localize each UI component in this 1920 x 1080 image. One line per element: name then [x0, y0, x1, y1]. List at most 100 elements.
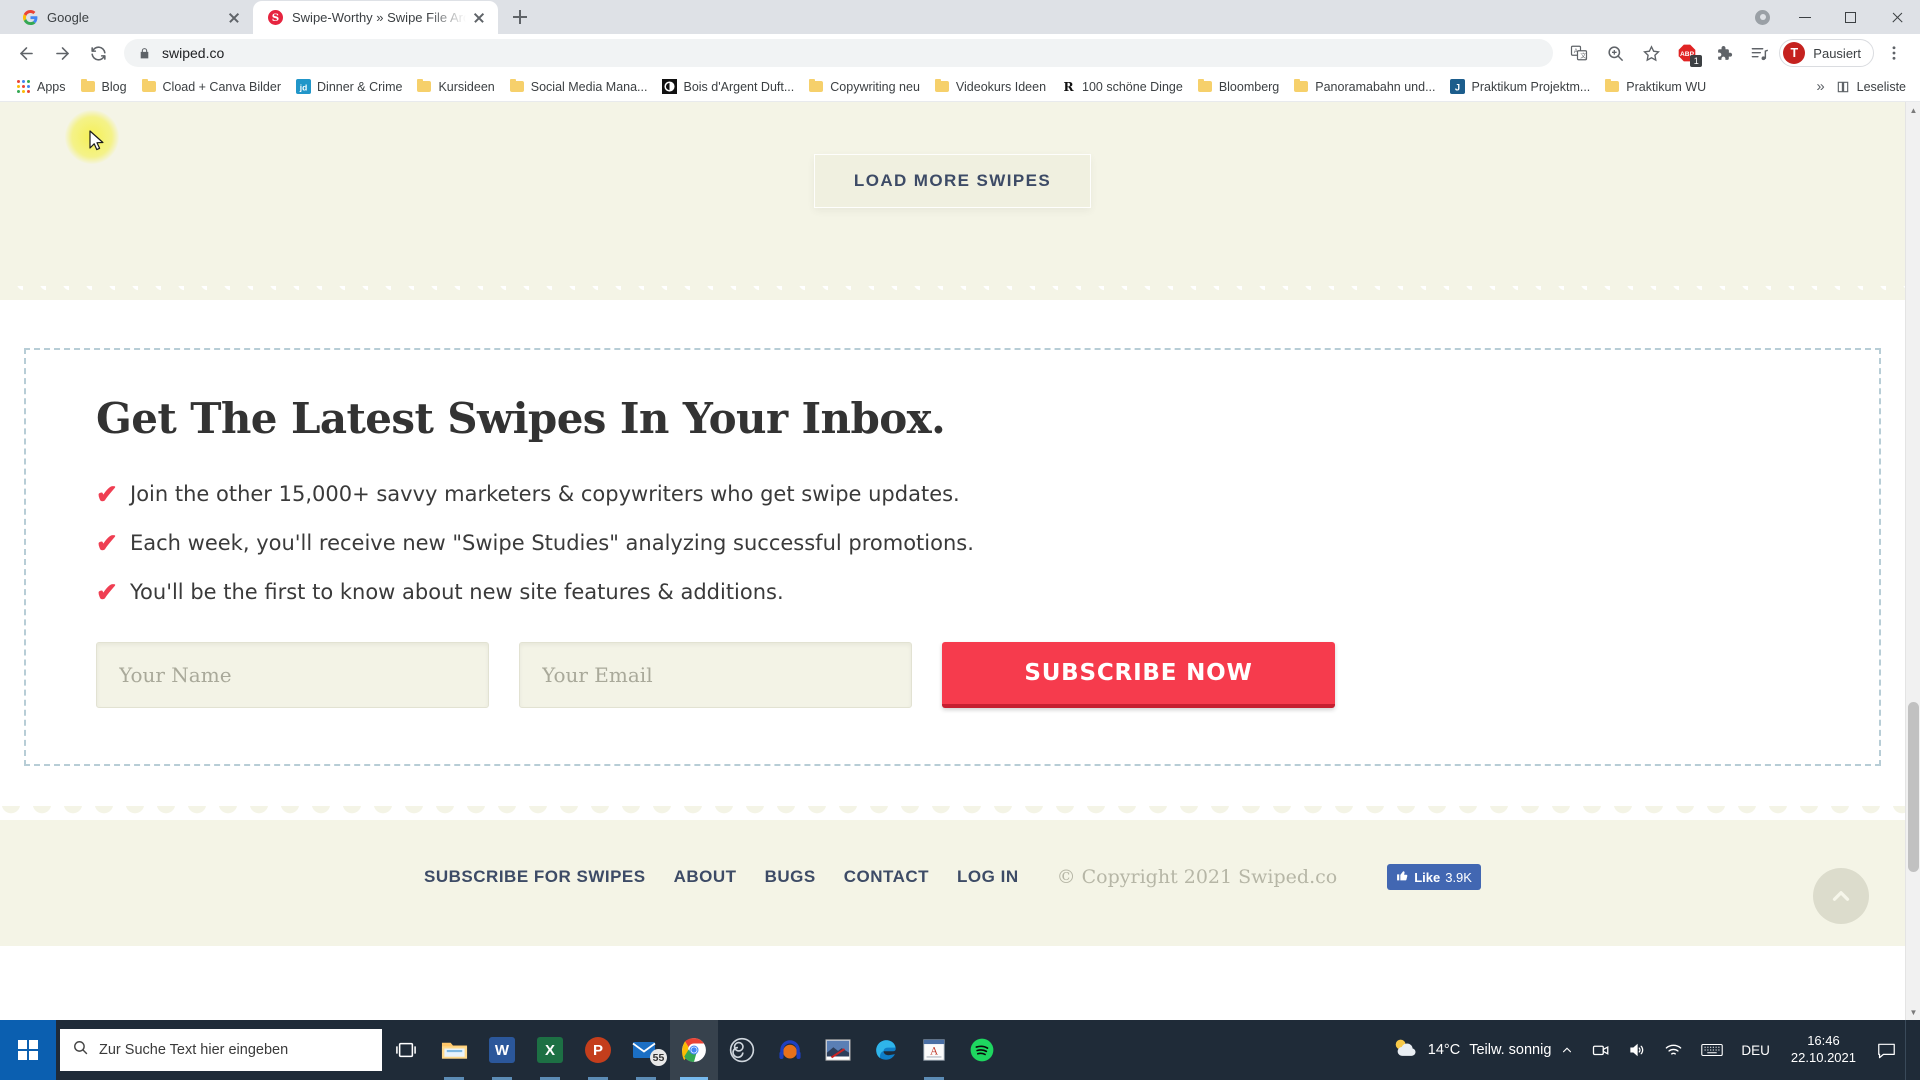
footer-link-subscribe-for-swipes[interactable]: SUBSCRIBE FOR SWIPES [424, 867, 646, 887]
scrollbar-down-arrow[interactable]: ▼ [1906, 1004, 1920, 1020]
scrollbar-thumb[interactable] [1908, 702, 1919, 872]
scroll-to-top-button[interactable] [1813, 868, 1869, 924]
tab-title: Swipe-Worthy » Swipe File Archi [292, 10, 466, 25]
subscribe-now-button[interactable]: SUBSCRIBE NOW [942, 642, 1335, 708]
google-icon [22, 10, 38, 26]
start-button[interactable] [0, 1020, 56, 1080]
notification-icon[interactable] [1868, 1020, 1905, 1080]
translate-icon[interactable]: A 文 [1564, 38, 1594, 68]
facebook-like-button[interactable]: Like 3.9K [1387, 864, 1481, 890]
taskbar-app-photo-editor[interactable] [814, 1020, 862, 1080]
footer-link-about[interactable]: ABOUT [674, 867, 737, 887]
show-desktop-button[interactable] [1905, 1020, 1914, 1080]
scrollbar-up-arrow[interactable]: ▲ [1906, 102, 1920, 118]
close-icon[interactable] [225, 9, 243, 27]
partly-sunny-icon [1391, 1036, 1419, 1064]
taskbar-app-edge[interactable] [862, 1020, 910, 1080]
svg-text:S: S [271, 12, 278, 24]
powerpoint-icon: P [585, 1037, 611, 1063]
benefit-text: Each week, you'll receive new "Swipe Stu… [130, 531, 974, 555]
name-input[interactable] [96, 642, 489, 708]
bookmark-star-icon[interactable] [1636, 38, 1666, 68]
bookmark-apps[interactable]: Apps [8, 76, 73, 98]
checkmark-icon: ✔ [96, 479, 118, 509]
bookmark-bois-dargent-duft[interactable]: Bois d'Argent Duft... [654, 76, 801, 98]
tray-weather[interactable]: 14°C Teilw. sonnig [1377, 1036, 1551, 1064]
new-tab-button[interactable] [506, 3, 534, 31]
chevron-double-right-icon[interactable]: » [1806, 78, 1834, 95]
reading-list-button[interactable]: Leseliste [1835, 79, 1912, 95]
page-scrollbar[interactable]: ▲ ▼ [1905, 102, 1920, 1020]
windows-taskbar: Zur Suche Text hier eingeben W X P 55 A … [0, 1020, 1920, 1080]
close-icon[interactable] [470, 9, 488, 27]
onedrive-camera-icon[interactable] [1583, 1020, 1619, 1080]
bookmark-label: Praktikum Projektm... [1471, 79, 1591, 94]
bookmark-bloomberg[interactable]: Bloomberg [1190, 76, 1286, 98]
page-content: LOAD MORE SWIPES Get The Latest Swipes I… [0, 102, 1905, 946]
bookmark-dinner-crime[interactable]: jd Dinner & Crime [288, 76, 409, 98]
browser-tab-google[interactable]: Google [8, 1, 253, 34]
language-indicator[interactable]: DEU [1732, 1020, 1779, 1080]
word-icon: W [489, 1037, 515, 1063]
adblock-icon[interactable]: ABP 1 [1672, 38, 1703, 68]
reload-button[interactable] [83, 38, 113, 68]
taskbar-app-obs[interactable] [718, 1020, 766, 1080]
minimize-button[interactable] [1782, 0, 1828, 34]
back-button[interactable] [11, 38, 41, 68]
keyboard-icon[interactable] [1692, 1020, 1732, 1080]
reading-list-icon[interactable] [1744, 38, 1774, 68]
zoom-search-icon[interactable] [1600, 38, 1630, 68]
taskbar-clock[interactable]: 16:46 22.10.2021 [1779, 1033, 1868, 1066]
volume-icon[interactable] [1619, 1020, 1655, 1080]
email-input[interactable] [519, 642, 912, 708]
address-bar[interactable]: swiped.co [124, 39, 1554, 67]
close-window-button[interactable] [1874, 0, 1920, 34]
benefit-text: You'll be the first to know about new si… [130, 580, 784, 604]
recording-indicator-icon[interactable] [1755, 9, 1770, 25]
taskbar-app-word[interactable]: W [478, 1020, 526, 1080]
extensions-puzzle-icon[interactable] [1708, 38, 1738, 68]
bookmark-panoramabahn[interactable]: Panoramabahn und... [1286, 76, 1442, 98]
footer-link-log-in[interactable]: LOG IN [957, 867, 1019, 887]
wifi-icon[interactable] [1655, 1020, 1692, 1080]
maximize-button[interactable] [1828, 0, 1874, 34]
browser-tab-swiped[interactable]: S Swipe-Worthy » Swipe File Archi [253, 1, 498, 34]
footer-link-contact[interactable]: CONTACT [844, 867, 929, 887]
bookmark-social-media-management[interactable]: Social Media Mana... [502, 76, 655, 98]
taskbar-app-file-explorer[interactable] [430, 1020, 478, 1080]
avatar: T [1783, 42, 1806, 64]
search-icon [72, 1039, 89, 1061]
bookmark-cload-canva-bilder[interactable]: Cload + Canva Bilder [134, 76, 288, 98]
browser-window: Google S Swipe-Worthy » Swipe File Archi [0, 0, 1920, 1020]
bookmark-kursideen[interactable]: Kursideen [409, 76, 501, 98]
forward-button[interactable] [47, 38, 77, 68]
windows-logo-icon [17, 1039, 39, 1061]
thumbs-up-icon [1396, 869, 1409, 885]
taskbar-app-mail[interactable]: 55 [622, 1020, 670, 1080]
bookmark-label: Dinner & Crime [317, 79, 403, 94]
bookmark-videokurs-ideen[interactable]: Videokurs Ideen [927, 76, 1053, 98]
tray-overflow-chevron-up-icon[interactable] [1551, 1020, 1583, 1080]
bookmark-copywriting-neu[interactable]: Copywriting neu [801, 76, 927, 98]
benefit-text: Join the other 15,000+ savvy marketers &… [130, 482, 960, 506]
taskbar-app-powerpoint[interactable]: P [574, 1020, 622, 1080]
bookmark-praktikum-projektmanagement[interactable]: J Praktikum Projektm... [1443, 76, 1598, 98]
folder-icon [1197, 78, 1213, 95]
taskbar-app-excel[interactable]: X [526, 1020, 574, 1080]
taskbar-search[interactable]: Zur Suche Text hier eingeben [60, 1029, 382, 1071]
taskbar-app-chrome[interactable] [670, 1020, 718, 1080]
task-view-icon[interactable] [382, 1020, 430, 1080]
footer-link-bugs[interactable]: BUGS [765, 867, 816, 887]
j-icon: J [1450, 79, 1466, 95]
bookmark-100-schoene-dinge[interactable]: R 100 schöne Dinge [1053, 76, 1190, 98]
profile-button[interactable]: T Pausiert [1779, 39, 1874, 67]
load-more-swipes-button[interactable]: LOAD MORE SWIPES [813, 154, 1092, 208]
site-footer: SUBSCRIBE FOR SWIPES ABOUT BUGS CONTACT … [0, 820, 1905, 946]
bookmark-praktikum-wu[interactable]: Praktikum WU [1597, 76, 1713, 98]
profile-label: Pausiert [1813, 45, 1861, 61]
bookmark-blog[interactable]: Blog [73, 76, 134, 98]
taskbar-app-spotify[interactable] [958, 1020, 1006, 1080]
three-dot-menu-icon[interactable] [1879, 38, 1909, 68]
taskbar-app-audacity[interactable] [766, 1020, 814, 1080]
taskbar-app-document[interactable]: A [910, 1020, 958, 1080]
